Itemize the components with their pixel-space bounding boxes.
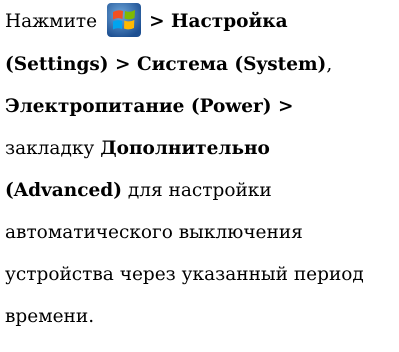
line-5: (Advanced) для настройки — [5, 179, 272, 203]
line-3: Электропитание (Power) > — [5, 95, 293, 119]
advanced-tab-ru: Дополнительно — [100, 138, 270, 159]
press-text: Нажмите — [5, 11, 98, 32]
line-2: (Settings) > Система (System), — [5, 53, 332, 77]
power-path: Электропитание (Power) > — [5, 96, 294, 117]
comma-text: , — [326, 54, 333, 75]
instruction-paragraph: Нажмите > Настройка (Settings) > Система… — [0, 0, 399, 352]
line-8: времени. — [5, 305, 94, 329]
settings-path-ru: > Настройка — [149, 11, 288, 32]
line-7: устройства через указанный период — [5, 263, 364, 287]
line-6: автоматического выключения — [5, 221, 303, 245]
settings-system-path: (Settings) > Система (System) — [5, 54, 327, 75]
auto-shutdown-text: автоматического выключения — [5, 222, 303, 243]
tab-text: закладку — [5, 138, 95, 159]
windows-start-icon — [107, 3, 142, 37]
purpose-text: для настройки — [127, 180, 272, 201]
device-period-text: устройства через указанный период — [5, 264, 364, 285]
advanced-tab-en: (Advanced) — [5, 180, 122, 201]
line-4: закладку Дополнительно — [5, 137, 270, 161]
line-1: Нажмите > Настройка — [5, 3, 288, 39]
time-text: времени. — [5, 306, 95, 327]
